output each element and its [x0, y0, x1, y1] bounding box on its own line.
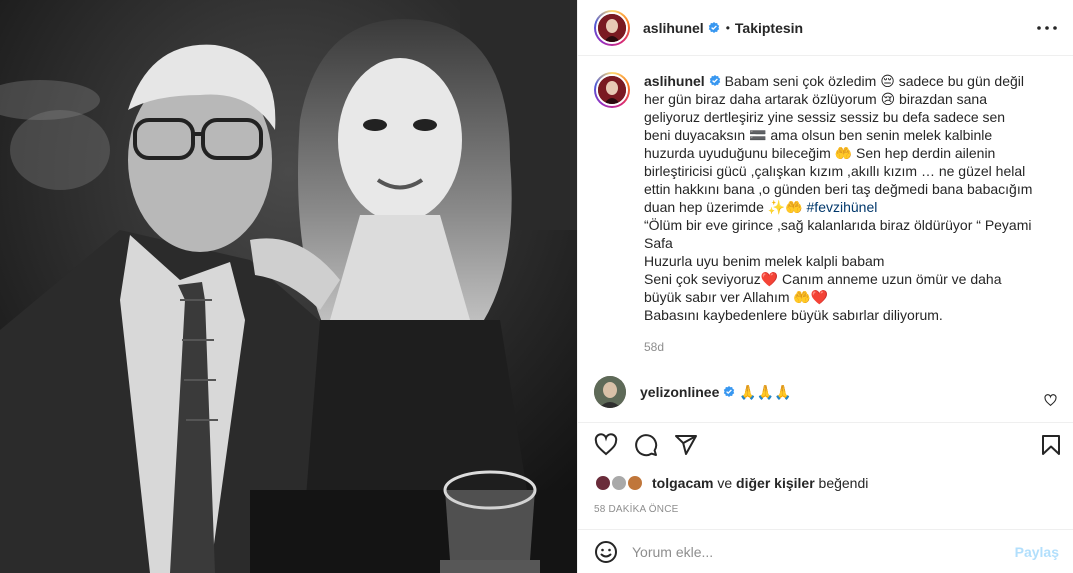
caption-line-8: “Ölüm bir eve girince ,sağ kalanlarıda b… — [644, 217, 1032, 233]
comments-section[interactable]: aslihunel Babam seni çok özledim 😔 sadec… — [578, 56, 1073, 420]
post-comment-button[interactable]: Paylaş — [1011, 544, 1063, 560]
liker-avatar — [626, 474, 644, 492]
likes-suffix: beğendi — [818, 475, 869, 491]
commenter-avatar[interactable] — [594, 376, 626, 408]
caption-line-5: birleştiricisi gücü ,çalışkan kızım ,akı… — [644, 163, 1026, 179]
bookmark-icon[interactable] — [1039, 433, 1063, 457]
comment-icon[interactable] — [634, 433, 658, 457]
caption-text-line: Babam seni çok özledim 😔 sadece bu gün d… — [724, 73, 1025, 89]
comment-text: yelizonlinee 🙏🙏🙏 — [640, 384, 792, 401]
caption-text: aslihunel Babam seni çok özledim 😔 sadec… — [644, 72, 1054, 356]
follow-state-button[interactable]: Takiptesin — [735, 20, 803, 36]
author-avatar[interactable] — [594, 9, 630, 46]
small-heart-icon[interactable] — [1044, 394, 1057, 407]
caption-line-13: Babasını kaybedenlere büyük sabırlar dil… — [644, 307, 943, 323]
post-modal: aslihunel • Takiptesin aslihunel Babam s… — [0, 0, 1073, 573]
comment-item: yelizonlinee 🙏🙏🙏 — [594, 376, 1059, 408]
verified-badge-icon — [709, 75, 720, 86]
comment-body: 🙏🙏🙏 — [739, 383, 792, 400]
caption-line-11: Seni çok seviyoruz❤️ Canım anneme uzun ö… — [644, 271, 1002, 287]
likes-summary: tolgacam ve diğer kişiler beğendi — [578, 466, 1073, 494]
send-icon[interactable] — [674, 433, 698, 457]
action-bar — [578, 422, 1073, 466]
emoji-smile-icon[interactable] — [594, 540, 618, 564]
photo-illustration — [0, 0, 577, 573]
more-options-icon[interactable] — [1035, 16, 1059, 40]
commenter-username[interactable]: yelizonlinee — [640, 384, 719, 400]
caption-line-2: geliyoruz dertleşiriz yine sessiz sessiz… — [644, 109, 1006, 125]
caption-line-4: huzurda uyuduğunu bileceğim 🤲 Sen hep de… — [644, 145, 996, 161]
likes-text: tolgacam ve diğer kişiler beğendi — [652, 475, 868, 491]
heart-icon[interactable] — [594, 432, 618, 457]
caption-avatar[interactable] — [594, 72, 630, 108]
comment-input[interactable] — [632, 543, 1011, 560]
likes-connector: ve — [717, 475, 733, 491]
caption-line-10: Huzurla uyu benim melek kalpli babam — [644, 253, 885, 269]
other-likers-link[interactable]: diğer kişiler — [736, 475, 815, 491]
caption-text-line: duan hep üzerimde ✨🤲 — [644, 199, 803, 215]
post-caption: aslihunel Babam seni çok özledim 😔 sadec… — [594, 72, 1059, 356]
post-photo[interactable] — [0, 0, 577, 573]
author-username[interactable]: aslihunel — [643, 20, 704, 36]
caption-line-1: her gün biraz daha artarak özlüyorum 😢 b… — [644, 91, 988, 107]
post-header: aslihunel • Takiptesin — [578, 0, 1073, 56]
caption-line-6: ettin hakkını bana ,o günden beri taş de… — [644, 181, 1033, 197]
post-timestamp[interactable]: 58 DAKİKA ÖNCE — [578, 494, 1073, 515]
caption-line-9: Safa — [644, 235, 673, 251]
caption-line-7: duan hep üzerimde ✨🤲 #fevzihünel — [644, 198, 1054, 216]
separator-dot: • — [725, 20, 730, 35]
caption-line-12: büyük sabır ver Allahım 🤲❤️ — [644, 289, 829, 305]
post-sidebar: aslihunel • Takiptesin aslihunel Babam s… — [577, 0, 1073, 573]
caption-line-3: beni duyacaksın 🟰 ama olsun ben senin me… — [644, 127, 993, 143]
first-liker-link[interactable]: tolgacam — [652, 475, 713, 491]
caption-username[interactable]: aslihunel — [644, 73, 705, 89]
liker-avatars[interactable] — [594, 472, 648, 494]
caption-age[interactable]: 58d — [644, 338, 1054, 356]
add-comment-bar: Paylaş — [578, 529, 1073, 573]
verified-badge-icon — [724, 385, 735, 397]
verified-badge-icon — [708, 21, 719, 33]
caption-line-0: aslihunel Babam seni çok özledim 😔 sadec… — [644, 72, 1054, 90]
hashtag-link[interactable]: #fevzihünel — [807, 199, 878, 215]
